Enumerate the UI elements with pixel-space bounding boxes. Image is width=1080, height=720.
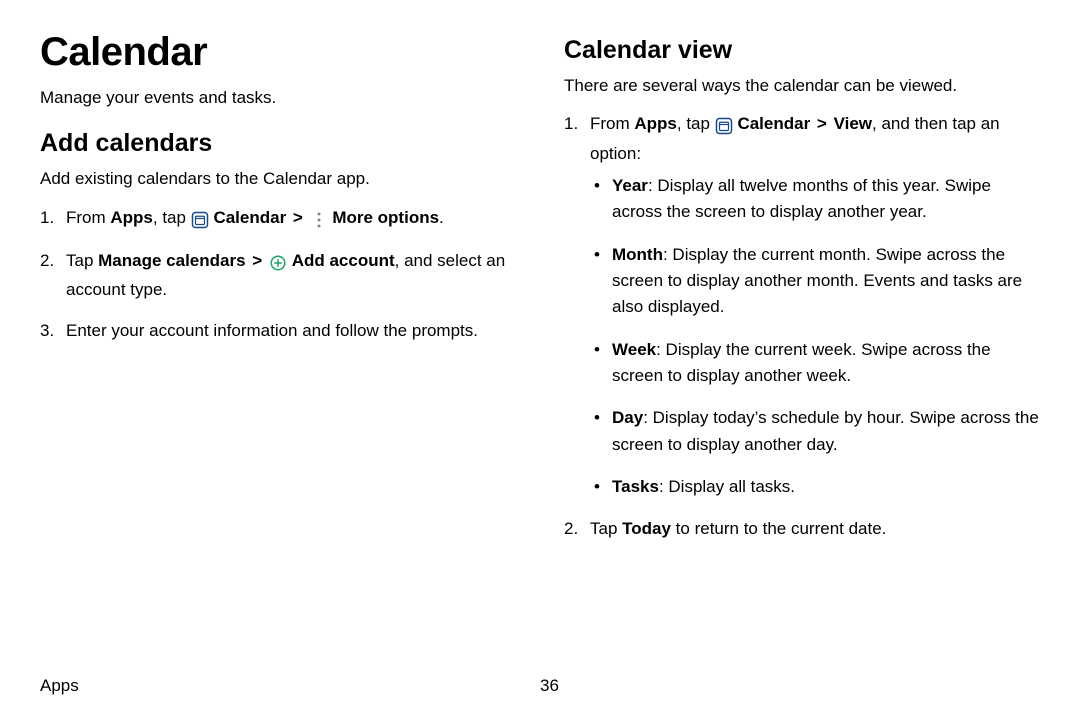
left-column: Calendar Manage your events and tasks. A…: [40, 30, 516, 650]
step-3: Enter your account information and follo…: [40, 318, 516, 344]
today-label: Today: [622, 519, 671, 538]
option-tasks: Tasks: Display all tasks.: [590, 474, 1040, 500]
chevron-icon: >: [815, 111, 829, 137]
page-title: Calendar: [40, 30, 516, 75]
label: Month: [612, 245, 663, 264]
label: Year: [612, 176, 648, 195]
desc: : Display the current week. Swipe across…: [612, 340, 991, 385]
label: Day: [612, 408, 643, 427]
text: .: [439, 208, 444, 227]
apps-label: Apps: [634, 114, 677, 133]
view-options-list: Year: Display all twelve months of this …: [590, 173, 1040, 500]
desc: : Display all twelve months of this year…: [612, 176, 991, 221]
text: , tap: [153, 208, 191, 227]
option-week: Week: Display the current week. Swipe ac…: [590, 337, 1040, 390]
desc: : Display today’s schedule by hour. Swip…: [612, 408, 1039, 453]
text: Tap: [590, 519, 622, 538]
option-year: Year: Display all twelve months of this …: [590, 173, 1040, 226]
manage-calendars-label: Manage calendars: [98, 251, 245, 270]
step-1: From Apps, tap Calendar > View, and then…: [564, 111, 1040, 500]
text: Tap: [66, 251, 98, 270]
desc: : Display all tasks.: [659, 477, 795, 496]
desc: : Display the current month. Swipe acros…: [612, 245, 1022, 317]
page-footer: Apps 36: [40, 676, 1040, 696]
label: Week: [612, 340, 656, 359]
chevron-icon: >: [250, 248, 264, 274]
chevron-icon: >: [291, 205, 305, 231]
text: From: [590, 114, 634, 133]
more-options-label: More options: [332, 208, 439, 227]
add-account-label: Add account: [292, 251, 395, 270]
calendar-label: Calendar: [213, 208, 286, 227]
calendar-icon: [191, 208, 209, 234]
footer-page-number: 36: [540, 676, 559, 696]
calendar-label: Calendar: [737, 114, 810, 133]
calendar-icon: [715, 114, 733, 140]
text: , tap: [677, 114, 715, 133]
footer-section-name: Apps: [40, 676, 540, 696]
text: From: [66, 208, 110, 227]
label: Tasks: [612, 477, 659, 496]
page-subtitle: Manage your events and tasks.: [40, 85, 516, 111]
text: to return to the current date.: [671, 519, 886, 538]
step-2: Tap Today to return to the current date.: [564, 516, 1040, 542]
calendar-view-lead: There are several ways the calendar can …: [564, 73, 1040, 99]
step-2: Tap Manage calendars > Add account, and …: [40, 248, 516, 304]
option-month: Month: Display the current month. Swipe …: [590, 242, 1040, 321]
step-1: From Apps, tap Calendar > More options.: [40, 205, 516, 234]
add-calendars-heading: Add calendars: [40, 129, 516, 158]
add-calendars-steps: From Apps, tap Calendar > More options. …: [40, 205, 516, 344]
option-day: Day: Display today’s schedule by hour. S…: [590, 405, 1040, 458]
apps-label: Apps: [110, 208, 153, 227]
add-account-icon: [269, 251, 287, 277]
calendar-view-steps: From Apps, tap Calendar > View, and then…: [564, 111, 1040, 542]
view-label: View: [834, 114, 872, 133]
calendar-view-heading: Calendar view: [564, 36, 1040, 65]
more-options-icon: [310, 208, 328, 234]
right-column: Calendar view There are several ways the…: [564, 30, 1040, 650]
add-calendars-lead: Add existing calendars to the Calendar a…: [40, 166, 516, 192]
